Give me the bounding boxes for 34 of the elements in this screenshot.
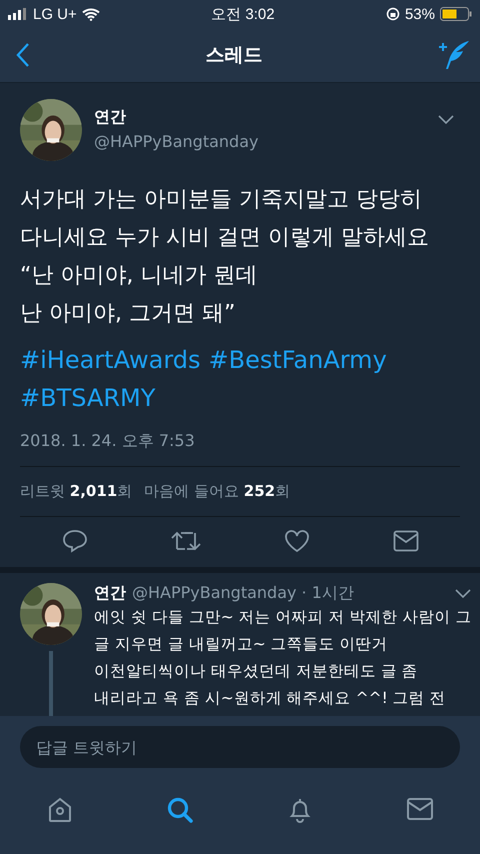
back-icon	[16, 42, 30, 68]
envelope-icon	[406, 796, 434, 822]
rotation-lock-icon	[386, 7, 400, 21]
envelope-icon[interactable]	[392, 530, 418, 552]
reply-icon[interactable]	[62, 529, 88, 553]
retweet-icon[interactable]	[170, 529, 200, 553]
heart-icon[interactable]	[284, 529, 310, 553]
wifi-icon	[82, 8, 100, 20]
search-icon	[166, 796, 194, 824]
battery-icon	[440, 7, 472, 21]
author-name: 연간	[94, 583, 126, 604]
chevron-down-icon[interactable]	[455, 588, 472, 598]
house-icon	[46, 796, 74, 824]
chevron-down-icon[interactable]	[438, 115, 454, 125]
compose-button[interactable]	[438, 40, 470, 70]
hashtag-link[interactable]: #BestFanArmy	[208, 341, 387, 379]
battery-percent: 53%	[404, 6, 435, 22]
tweet-text: 서가대 가는 아미분들 기죽지말고 당당히 다니세요 누가 시비 걸면 이렇게 말하세요 “난 아미야, 니네가 뭔데 난 아미야, 그거면 돼”	[20, 186, 430, 328]
engagement-count[interactable]: 리트윗 2,011회	[20, 482, 132, 501]
screen-title: 스레드	[206, 43, 262, 68]
hashtag-link[interactable]: #BTSARMY	[20, 379, 156, 417]
hashtag-link[interactable]: #iHeartAwards	[20, 341, 201, 379]
compose-icon	[438, 40, 470, 70]
reply-input-field[interactable]: 답글 트윗하기	[20, 726, 460, 768]
back-button[interactable]	[16, 42, 30, 68]
engagement-count[interactable]: 마음에 들어요 252회	[144, 482, 290, 501]
author-name: 연간	[94, 107, 127, 128]
author-handle: @HAPPyBangtanday	[94, 132, 260, 151]
carrier-name: LG U+	[33, 6, 77, 22]
clock-time: 오전 3:02	[211, 4, 275, 24]
author-handle: @HAPPyBangtanday · 1시간	[132, 583, 355, 604]
reply-text: 에잇 쉿 다들 그만~ 저는 어짜피 저 박제한 사람이 그 글 지우면 글 내릴꺼고~ 그쪽들도 이딴거 이천알티씩이나 태우셨던데 저분한테도 글 좀 내리라고 욕 좀 시~원하게 해주세요 ^^! 그럼 전	[94, 607, 472, 709]
tweet-timestamp: 2018. 1. 24. 오후 7:53	[20, 431, 460, 467]
signal-icon	[8, 8, 28, 20]
